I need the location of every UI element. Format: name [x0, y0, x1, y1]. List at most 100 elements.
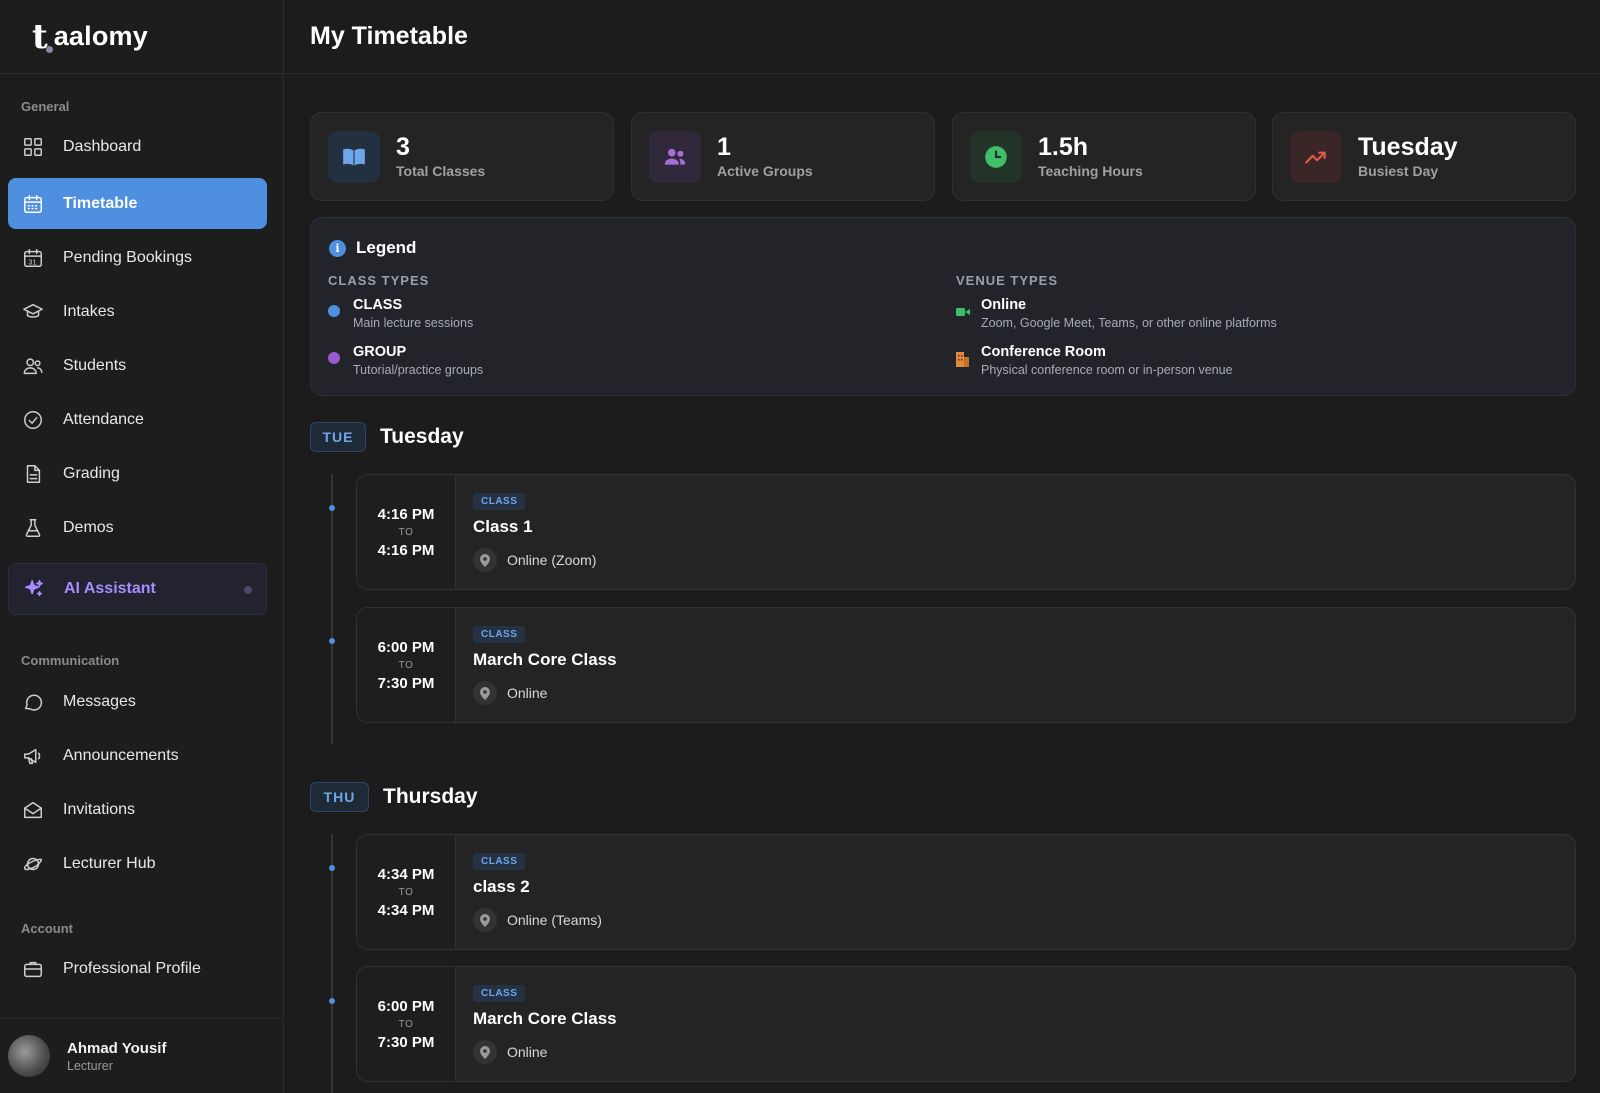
envelope-open-icon [21, 798, 45, 822]
session-info: CLASS Class 1 Online (Zoom) [456, 475, 1575, 589]
grid-icon [21, 135, 45, 159]
trending-up-icon [1290, 130, 1342, 183]
sidebar-item-announcements[interactable]: Announcements [8, 730, 267, 781]
building-icon [956, 352, 969, 367]
section-label-account: Account [21, 921, 73, 936]
group-color-dot [328, 352, 340, 364]
sidebar-item-label: Invitations [63, 800, 136, 818]
session-time-separator: TO [398, 886, 414, 898]
sidebar-nav: General Dashboard Timetable 31 Pending B… [0, 74, 283, 1018]
session-title: class 2 [473, 877, 530, 896]
timeline-line [331, 474, 333, 744]
legend-title: Legend [356, 238, 417, 257]
sidebar-item-dashboard[interactable]: Dashboard [8, 121, 267, 172]
legend-item-name: GROUP [353, 344, 407, 360]
location-pin-icon [473, 681, 497, 705]
sidebar-item-students[interactable]: Students [8, 340, 267, 391]
sidebar-item-label: Pending Bookings [63, 248, 192, 266]
stat-label: Busiest Day [1358, 163, 1439, 180]
session-info: CLASS March Core Class Online [456, 608, 1575, 722]
session-time: 6:00 PM TO 7:30 PM [357, 967, 456, 1081]
session-card[interactable]: 4:16 PM TO 4:16 PM CLASS Class 1 Online … [356, 474, 1576, 590]
session-card[interactable]: 4:34 PM TO 4:34 PM CLASS class 2 Online … [356, 834, 1576, 950]
page-header: My Timetable [284, 0, 1600, 74]
legend-header: i Legend [329, 238, 416, 258]
sidebar-item-timetable[interactable]: Timetable [8, 178, 267, 229]
session-info: CLASS class 2 Online (Teams) [456, 835, 1575, 949]
legend-item-online: Online Zoom, Google Meet, Teams, or othe… [956, 297, 1277, 330]
flask-icon [21, 516, 45, 540]
sparkles-icon [22, 577, 46, 601]
sidebar-item-demos[interactable]: Demos [8, 502, 267, 553]
stat-label: Active Groups [717, 163, 813, 180]
session-card[interactable]: 6:00 PM TO 7:30 PM CLASS March Core Clas… [356, 607, 1576, 723]
day-header-tuesday: TUE Tuesday [310, 422, 464, 452]
sidebar-item-label: Messages [63, 692, 136, 710]
session-start-time: 4:16 PM [377, 505, 435, 523]
timeline-line [331, 834, 333, 1093]
legend-item-desc: Main lecture sessions [353, 316, 474, 330]
session-start-time: 6:00 PM [377, 997, 435, 1015]
timeline-dot [329, 505, 335, 511]
chat-bubble-icon [21, 690, 45, 714]
info-icon: i [329, 239, 346, 257]
clock-icon [970, 130, 1022, 183]
sidebar-item-messages[interactable]: Messages [8, 676, 267, 727]
stat-value: 1.5h [1038, 132, 1089, 161]
session-title: March Core Class [473, 650, 617, 669]
venue-types-heading: VENUE TYPES [956, 273, 1059, 288]
sidebar-item-label: Dashboard [63, 137, 142, 155]
calendar-31-icon: 31 [21, 246, 45, 270]
legend-item-name: CLASS [353, 297, 403, 313]
legend-item-name: Online [981, 297, 1027, 313]
session-time: 4:16 PM TO 4:16 PM [357, 475, 456, 589]
session-end-time: 7:30 PM [377, 1033, 435, 1051]
legend-item-class: CLASS Main lecture sessions [328, 297, 473, 330]
sidebar-item-professional-profile[interactable]: Professional Profile [8, 943, 267, 994]
session-type-tag: CLASS [473, 493, 526, 510]
users-icon [649, 130, 701, 183]
session-time-separator: TO [398, 526, 414, 538]
session-venue-label: Online [507, 1044, 548, 1060]
session-venue: Online (Teams) [473, 908, 602, 932]
sidebar-item-label: Timetable [63, 194, 138, 212]
sidebar-item-lecturer-hub[interactable]: Lecturer Hub [8, 838, 267, 889]
day-name: Tuesday [380, 425, 464, 448]
calendar-icon [21, 192, 45, 216]
session-end-time: 4:16 PM [377, 541, 435, 559]
stat-card-total-classes: 3 Total Classes [310, 112, 614, 201]
sidebar-item-pending-bookings[interactable]: 31 Pending Bookings [8, 232, 267, 283]
megaphone-icon [21, 744, 45, 768]
sidebar-item-ai-assistant[interactable]: AI Assistant [8, 563, 267, 615]
legend-item-desc: Tutorial/practice groups [353, 363, 484, 377]
check-circle-icon [21, 408, 45, 432]
location-pin-icon [473, 908, 497, 932]
app-logo[interactable]: t aalomy [0, 0, 283, 74]
class-types-heading: CLASS TYPES [328, 273, 430, 288]
session-venue-label: Online (Zoom) [507, 552, 597, 568]
stat-label: Teaching Hours [1038, 163, 1143, 180]
session-time-separator: TO [398, 1018, 414, 1030]
location-pin-icon [473, 1040, 497, 1064]
sidebar-item-label: Attendance [63, 410, 144, 428]
session-venue: Online [473, 681, 547, 705]
location-pin-icon [473, 548, 497, 572]
session-start-time: 6:00 PM [377, 638, 435, 656]
session-card[interactable]: 6:00 PM TO 7:30 PM CLASS March Core Clas… [356, 966, 1576, 1082]
svg-text:31: 31 [28, 257, 36, 266]
avatar [8, 1035, 50, 1077]
session-title: March Core Class [473, 1009, 617, 1028]
sidebar-item-intakes[interactable]: Intakes [8, 286, 267, 337]
session-venue: Online [473, 1040, 547, 1064]
legend-item-desc: Zoom, Google Meet, Teams, or other onlin… [981, 316, 1277, 330]
user-profile[interactable]: Ahmad Yousif Lecturer [0, 1018, 283, 1093]
stat-value: Tuesday [1358, 132, 1458, 161]
session-end-time: 4:34 PM [377, 901, 435, 919]
sidebar-item-label: AI Assistant [64, 580, 156, 597]
sidebar-item-grading[interactable]: Grading [8, 448, 267, 499]
user-name: Ahmad Yousif [67, 1039, 167, 1057]
session-time: 4:34 PM TO 4:34 PM [357, 835, 456, 949]
sidebar-item-invitations[interactable]: Invitations [8, 784, 267, 835]
section-label-general: General [21, 99, 70, 114]
sidebar-item-attendance[interactable]: Attendance [8, 394, 267, 445]
